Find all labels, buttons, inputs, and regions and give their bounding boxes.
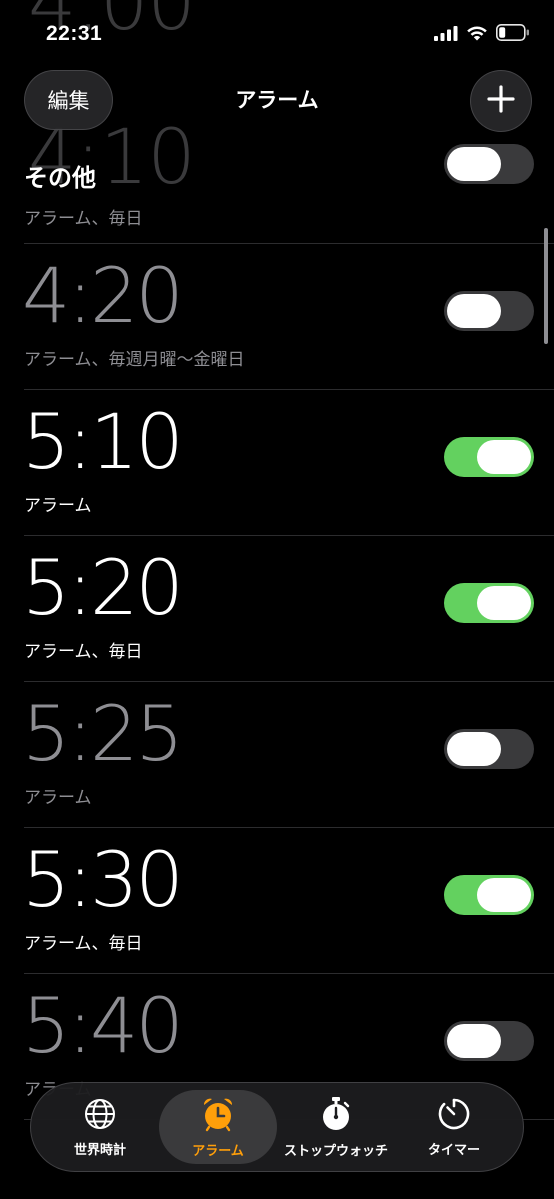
- toggle-knob: [447, 1024, 501, 1058]
- alarm-toggle[interactable]: [444, 437, 534, 477]
- alarm-label: アラーム、毎日: [24, 934, 143, 954]
- wifi-icon: [466, 25, 488, 45]
- alarm-label: アラーム、毎日: [24, 642, 143, 662]
- toggle-knob: [447, 732, 501, 766]
- toggle-knob: [477, 440, 531, 474]
- alarm-row[interactable]: 4:20 アラーム、毎週月曜〜金曜日: [22, 244, 554, 390]
- alarm-toggle[interactable]: [444, 729, 534, 769]
- alarm-clock-icon: [200, 1096, 236, 1136]
- status-time: 22:31: [46, 22, 103, 45]
- alarm-time: 4:20: [22, 251, 184, 340]
- toggle-knob: [477, 586, 531, 620]
- toggle-knob: [477, 878, 531, 912]
- tab-world-clock[interactable]: 世界時計: [41, 1090, 159, 1164]
- tab-label: アラーム: [192, 1143, 244, 1159]
- alarm-row[interactable]: 5:20 アラーム、毎日: [22, 536, 554, 682]
- timer-icon: [437, 1097, 471, 1135]
- alarm-screen: 4:00 4:10 22:31 編集 アラーム その他 アラーム、毎日 4:20…: [0, 0, 554, 1199]
- stopwatch-icon: [319, 1096, 353, 1136]
- tab-label: タイマー: [427, 1142, 480, 1158]
- alarm-label: アラーム、毎週月曜〜金曜日: [24, 350, 245, 370]
- alarm-row[interactable]: 5:10 アラーム: [22, 390, 554, 536]
- alarm-row[interactable]: 5:25 アラーム: [22, 682, 554, 828]
- alarm-toggle[interactable]: [444, 291, 534, 331]
- alarm-time: 5:30: [22, 835, 184, 924]
- cellular-signal-icon: [434, 25, 458, 45]
- navigation-header: 編集 アラーム: [0, 68, 554, 132]
- scroll-indicator[interactable]: [544, 228, 548, 344]
- add-alarm-button[interactable]: [470, 70, 532, 132]
- toggle-knob: [447, 147, 501, 181]
- alarm-label: アラーム: [24, 496, 92, 516]
- tab-label: 世界時計: [73, 1142, 126, 1158]
- alarm-toggle[interactable]: [444, 1021, 534, 1061]
- alarm-toggle[interactable]: [444, 875, 534, 915]
- alarm-toggle[interactable]: [444, 583, 534, 623]
- plus-icon: [486, 84, 516, 118]
- section-alarm-toggle[interactable]: [444, 144, 534, 184]
- tab-alarm[interactable]: アラーム: [159, 1090, 277, 1164]
- status-icons: [434, 24, 530, 45]
- alarm-time: 5:40: [22, 981, 184, 1070]
- section-subtitle: アラーム、毎日: [24, 209, 143, 229]
- globe-icon: [83, 1097, 117, 1135]
- toggle-knob: [447, 294, 501, 328]
- alarm-time: 5:10: [22, 397, 184, 486]
- alarm-time: 5:25: [22, 689, 184, 778]
- section-title: その他: [24, 164, 96, 192]
- alarm-time: 5:20: [22, 543, 184, 632]
- tab-stopwatch[interactable]: ストップウォッチ: [277, 1090, 395, 1164]
- alarm-label: アラーム: [24, 788, 92, 808]
- alarm-row[interactable]: 5:30 アラーム、毎日: [22, 828, 554, 974]
- tab-timer[interactable]: タイマー: [395, 1090, 513, 1164]
- tab-bar: 世界時計 アラーム ストップウォッチ タイマー: [30, 1082, 524, 1172]
- status-bar: 22:31: [0, 0, 554, 66]
- tab-label: ストップウォッチ: [283, 1143, 388, 1159]
- battery-icon: [496, 24, 530, 45]
